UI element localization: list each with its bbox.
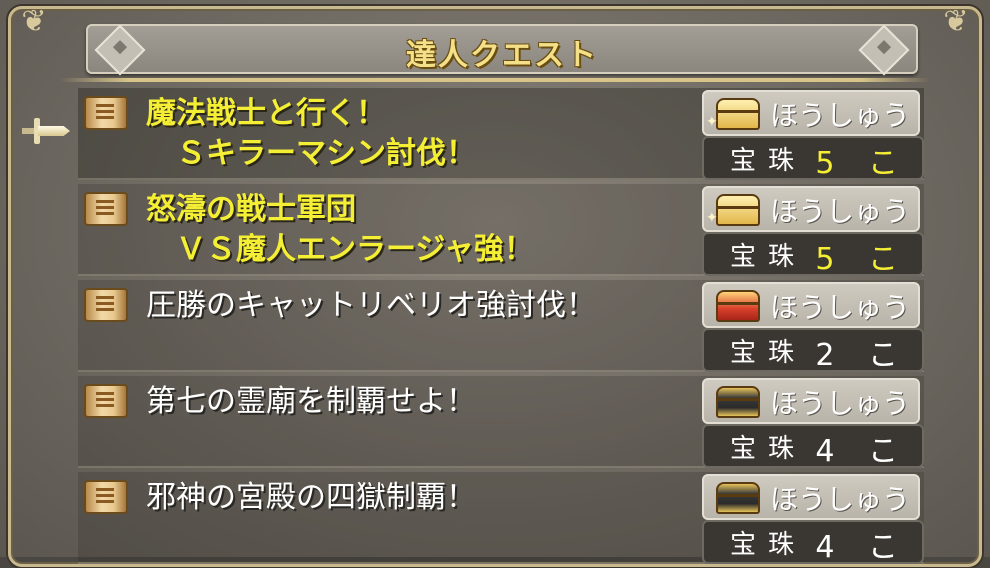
sparkle-icon: ✦ bbox=[706, 114, 718, 130]
sparkle-icon: ✦ bbox=[706, 210, 718, 226]
quest-row[interactable]: 第七の霊廟を制覇せよ！ ほうしゅう 宝珠 4 こ bbox=[78, 376, 924, 469]
quest-row[interactable]: 魔法戦士と行く！ Ｓキラーマシン討伐！ ✦ ほうしゅう 宝珠 5 こ bbox=[78, 88, 924, 181]
quest-title: 第七の霊廟を制覇せよ！ bbox=[146, 384, 476, 419]
reward-item-name: 宝珠 bbox=[730, 146, 807, 176]
reward-count: 4 こ bbox=[815, 530, 910, 565]
reward-detail: 宝珠 5 こ bbox=[702, 232, 924, 277]
scroll-icon bbox=[84, 96, 128, 130]
title-bar: 達人クエスト bbox=[86, 24, 918, 76]
reward-header: ✦ ほうしゅう bbox=[702, 186, 920, 232]
reward-item-name: 宝珠 bbox=[730, 242, 807, 272]
reward-label: ほうしゅう bbox=[770, 99, 911, 132]
scroll-icon bbox=[84, 192, 128, 226]
reward-label: ほうしゅう bbox=[770, 291, 911, 324]
quest-window: ❦ ❦ 達人クエスト 魔法戦士と行く！ Ｓキラーマシン討伐！ ✦ ほうしゅう 宝… bbox=[0, 0, 990, 567]
reward-header: ほうしゅう bbox=[702, 474, 920, 520]
quest-title: 魔法戦士と行く！ Ｓキラーマシン討伐！ bbox=[146, 96, 476, 171]
reward-panel: ほうしゅう 宝珠 4 こ bbox=[702, 378, 924, 469]
corner-ornament-icon: ❦ bbox=[21, 4, 47, 39]
corner-ornament-icon: ❦ bbox=[943, 4, 969, 39]
reward-panel: ✦ ほうしゅう 宝珠 5 こ bbox=[702, 186, 924, 277]
reward-detail: 宝珠 4 こ bbox=[702, 520, 924, 565]
reward-item-name: 宝珠 bbox=[730, 338, 807, 368]
reward-item-name: 宝珠 bbox=[730, 434, 807, 464]
reward-panel: ほうしゅう 宝珠 2 こ bbox=[702, 282, 924, 373]
scroll-icon bbox=[84, 384, 128, 418]
quest-row[interactable]: 怒濤の戦士軍団 ＶＳ魔人エンラージャ強！ ✦ ほうしゅう 宝珠 5 こ bbox=[78, 184, 924, 277]
treasure-chest-icon bbox=[716, 290, 760, 322]
scroll-icon bbox=[84, 480, 128, 514]
reward-panel: ✦ ほうしゅう 宝珠 5 こ bbox=[702, 90, 924, 181]
reward-header: ✦ ほうしゅう bbox=[702, 90, 920, 136]
treasure-chest-icon bbox=[716, 194, 760, 226]
quest-title: 怒濤の戦士軍団 ＶＳ魔人エンラージャ強！ bbox=[146, 192, 534, 267]
reward-item-name: 宝珠 bbox=[730, 530, 807, 560]
reward-label: ほうしゅう bbox=[770, 195, 911, 228]
quest-list: 魔法戦士と行く！ Ｓキラーマシン討伐！ ✦ ほうしゅう 宝珠 5 こ 怒濤の戦士… bbox=[78, 88, 924, 568]
page-title: 達人クエスト bbox=[406, 38, 598, 73]
quest-row[interactable]: 邪神の宮殿の四獄制覇！ ほうしゅう 宝珠 4 こ bbox=[78, 472, 924, 565]
sword-cursor-icon bbox=[22, 118, 72, 144]
reward-count: 2 こ bbox=[815, 338, 910, 373]
quest-title: 圧勝のキャットリベリオ強討伐！ bbox=[146, 288, 596, 323]
reward-count: 5 こ bbox=[815, 242, 910, 277]
scroll-icon bbox=[84, 288, 128, 322]
divider bbox=[60, 78, 930, 82]
treasure-chest-icon bbox=[716, 386, 760, 418]
reward-header: ほうしゅう bbox=[702, 378, 920, 424]
quest-title: 邪神の宮殿の四獄制覇！ bbox=[146, 480, 476, 515]
treasure-chest-icon bbox=[716, 98, 760, 130]
reward-label: ほうしゅう bbox=[770, 483, 911, 516]
quest-row[interactable]: 圧勝のキャットリベリオ強討伐！ ほうしゅう 宝珠 2 こ bbox=[78, 280, 924, 373]
reward-detail: 宝珠 5 こ bbox=[702, 136, 924, 181]
reward-label: ほうしゅう bbox=[770, 387, 911, 420]
treasure-chest-icon bbox=[716, 482, 760, 514]
reward-detail: 宝珠 2 こ bbox=[702, 328, 924, 373]
reward-panel: ほうしゅう 宝珠 4 こ bbox=[702, 474, 924, 565]
reward-header: ほうしゅう bbox=[702, 282, 920, 328]
reward-count: 5 こ bbox=[815, 146, 910, 181]
reward-detail: 宝珠 4 こ bbox=[702, 424, 924, 469]
reward-count: 4 こ bbox=[815, 434, 910, 469]
